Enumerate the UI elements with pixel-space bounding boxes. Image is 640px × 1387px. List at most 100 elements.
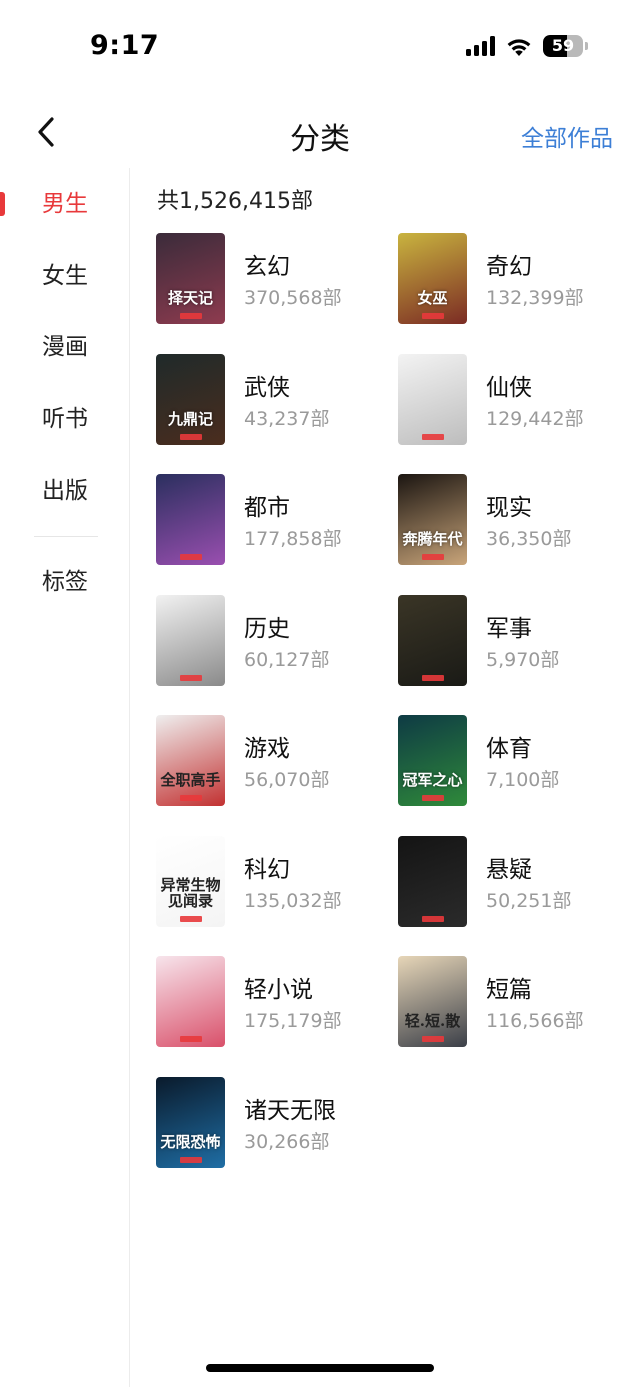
category-item[interactable]: 无限恐怖 诸天无限 30,266部 bbox=[156, 1077, 386, 1169]
category-cover-image bbox=[398, 595, 467, 686]
category-count: 129,442部 bbox=[486, 408, 584, 430]
category-item[interactable]: 九鼎记 武侠 43,237部 bbox=[156, 354, 386, 446]
category-name: 现实 bbox=[486, 495, 532, 521]
category-count: 50,251部 bbox=[486, 890, 572, 912]
category-item[interactable]: 女巫 奇幻 132,399部 bbox=[398, 233, 628, 325]
category-count: 116,566部 bbox=[486, 1010, 584, 1032]
category-item[interactable]: 择天记 玄幻 370,568部 bbox=[156, 233, 386, 325]
category-cover-image bbox=[398, 354, 467, 445]
category-count: 56,070部 bbox=[244, 769, 330, 791]
sidebar-divider bbox=[34, 536, 98, 537]
category-name: 武侠 bbox=[244, 375, 290, 401]
category-count: 135,032部 bbox=[244, 890, 342, 912]
sidebar-item-audiobooks[interactable]: 听书 bbox=[0, 393, 130, 445]
category-count: 43,237部 bbox=[244, 408, 330, 430]
status-icons: 59 bbox=[466, 35, 588, 57]
cover-title: 九鼎记 bbox=[167, 410, 213, 428]
category-cover-image: 奔腾年代 bbox=[398, 474, 467, 565]
category-count: 60,127部 bbox=[244, 649, 330, 671]
sidebar-item-tags[interactable]: 标签 bbox=[0, 556, 130, 608]
status-bar: 9:17 59 bbox=[0, 0, 640, 96]
publisher-logo-icon bbox=[179, 1036, 202, 1042]
category-name: 历史 bbox=[244, 616, 290, 642]
category-item[interactable]: 全职高手 游戏 56,070部 bbox=[156, 715, 386, 807]
publisher-logo-icon bbox=[421, 795, 444, 801]
cover-title: 异常生物见闻录 bbox=[160, 876, 221, 910]
category-name: 科幻 bbox=[244, 857, 290, 883]
category-count: 370,568部 bbox=[244, 287, 342, 309]
category-name: 悬疑 bbox=[486, 857, 532, 883]
category-item[interactable]: 冠军之心 体育 7,100部 bbox=[398, 715, 628, 807]
total-count: 共1,526,415部 bbox=[157, 189, 313, 214]
category-item[interactable]: 奔腾年代 现实 36,350部 bbox=[398, 474, 628, 566]
sidebar-item-female[interactable]: 女生 bbox=[0, 250, 130, 302]
category-cover-image: 异常生物见闻录 bbox=[156, 836, 225, 927]
category-cover-image: 九鼎记 bbox=[156, 354, 225, 445]
category-cover-image bbox=[156, 595, 225, 686]
cover-title: 奔腾年代 bbox=[402, 530, 463, 548]
cellular-signal-icon bbox=[466, 36, 495, 56]
cover-title: 女巫 bbox=[417, 289, 448, 307]
sidebar-item-publishing[interactable]: 出版 bbox=[0, 465, 130, 517]
battery-level-text: 59 bbox=[551, 36, 575, 55]
category-item[interactable]: 悬疑 50,251部 bbox=[398, 836, 628, 928]
home-indicator bbox=[206, 1364, 434, 1372]
category-name: 诸天无限 bbox=[244, 1098, 336, 1124]
category-cover-image: 全职高手 bbox=[156, 715, 225, 806]
cover-title: 全职高手 bbox=[160, 771, 221, 789]
battery-icon: 59 bbox=[543, 35, 588, 57]
publisher-logo-icon bbox=[179, 675, 202, 681]
category-cover-image: 女巫 bbox=[398, 233, 467, 324]
category-name: 游戏 bbox=[244, 736, 290, 762]
category-item[interactable]: 轻小说 175,179部 bbox=[156, 956, 386, 1048]
status-time: 9:17 bbox=[90, 30, 160, 61]
publisher-logo-icon bbox=[421, 434, 444, 440]
category-item[interactable]: 都市 177,858部 bbox=[156, 474, 386, 566]
category-count: 30,266部 bbox=[244, 1131, 330, 1153]
category-count: 7,100部 bbox=[486, 769, 560, 791]
category-item[interactable]: 异常生物见闻录 科幻 135,032部 bbox=[156, 836, 386, 928]
category-count: 177,858部 bbox=[244, 528, 342, 550]
category-item[interactable]: 仙侠 129,442部 bbox=[398, 354, 628, 446]
category-cover-image bbox=[398, 836, 467, 927]
cover-title: 无限恐怖 bbox=[160, 1133, 221, 1151]
category-name: 短篇 bbox=[486, 977, 532, 1003]
category-count: 36,350部 bbox=[486, 528, 572, 550]
cover-title: 轻.短.散 bbox=[404, 1012, 461, 1030]
publisher-logo-icon bbox=[179, 1157, 202, 1163]
publisher-logo-icon bbox=[421, 313, 444, 319]
category-count: 5,970部 bbox=[486, 649, 560, 671]
publisher-logo-icon bbox=[421, 675, 444, 681]
category-name: 玄幻 bbox=[244, 254, 290, 280]
category-name: 奇幻 bbox=[486, 254, 532, 280]
category-cover-image: 轻.短.散 bbox=[398, 956, 467, 1047]
publisher-logo-icon bbox=[421, 1036, 444, 1042]
publisher-logo-icon bbox=[179, 313, 202, 319]
cover-title: 择天记 bbox=[167, 289, 213, 307]
all-works-link[interactable]: 全部作品 bbox=[521, 119, 613, 153]
publisher-logo-icon bbox=[421, 554, 444, 560]
sidebar-item-comics[interactable]: 漫画 bbox=[0, 321, 130, 373]
sidebar-item-male[interactable]: 男生 bbox=[0, 178, 130, 230]
category-item[interactable]: 军事 5,970部 bbox=[398, 595, 628, 687]
category-name: 军事 bbox=[486, 616, 532, 642]
publisher-logo-icon bbox=[421, 916, 444, 922]
category-item[interactable]: 轻.短.散 短篇 116,566部 bbox=[398, 956, 628, 1048]
category-cover-image: 冠军之心 bbox=[398, 715, 467, 806]
category-name: 体育 bbox=[486, 736, 532, 762]
publisher-logo-icon bbox=[179, 554, 202, 560]
category-cover-image: 择天记 bbox=[156, 233, 225, 324]
publisher-logo-icon bbox=[179, 434, 202, 440]
category-cover-image bbox=[156, 474, 225, 565]
nav-bar: 分类 全部作品 bbox=[0, 100, 640, 164]
category-sidebar: 男生 女生 漫画 听书 出版 标签 bbox=[0, 168, 130, 1387]
publisher-logo-icon bbox=[179, 795, 202, 801]
publisher-logo-icon bbox=[179, 916, 202, 922]
category-name: 仙侠 bbox=[486, 375, 532, 401]
category-name: 轻小说 bbox=[244, 977, 313, 1003]
category-cover-image: 无限恐怖 bbox=[156, 1077, 225, 1168]
category-count: 132,399部 bbox=[486, 287, 584, 309]
category-count: 175,179部 bbox=[244, 1010, 342, 1032]
cover-title: 冠军之心 bbox=[402, 771, 463, 789]
category-item[interactable]: 历史 60,127部 bbox=[156, 595, 386, 687]
